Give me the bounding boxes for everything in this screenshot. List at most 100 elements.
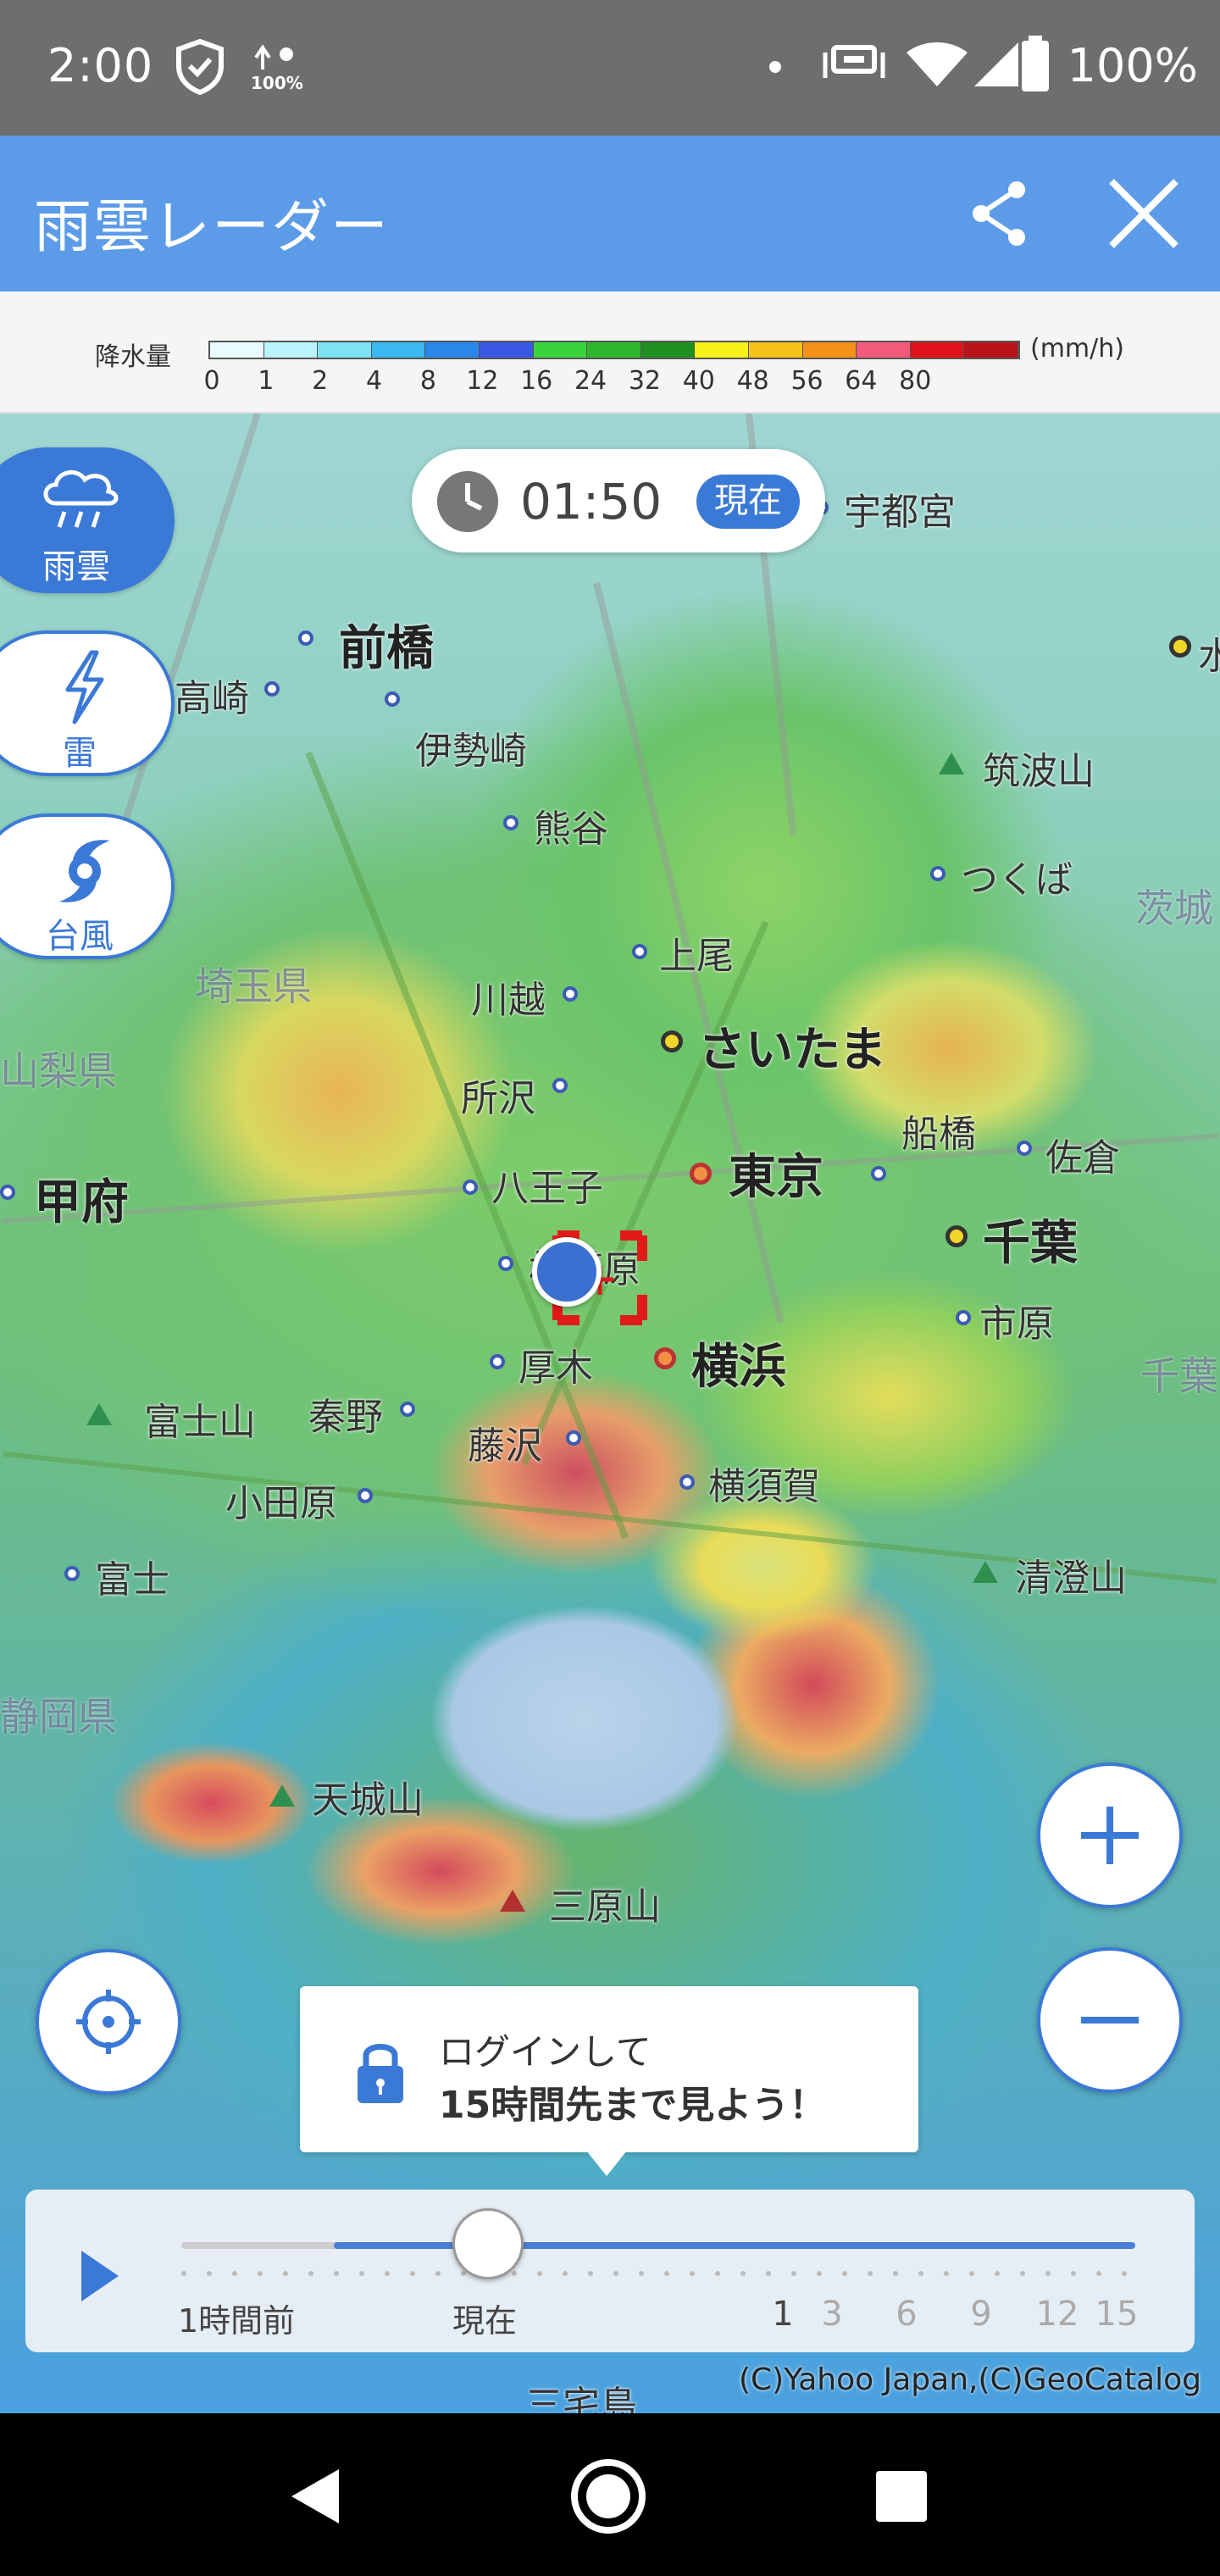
place-fujisawa: 藤沢: [468, 1424, 542, 1468]
clock-icon: [437, 471, 498, 532]
timeline-dot: [334, 2271, 339, 2276]
legend-color-swatch: [587, 342, 641, 358]
place-maebashi: 前橋: [339, 621, 434, 676]
now-badge: 現在: [696, 475, 800, 529]
place-fujisan: 富士山: [144, 1401, 256, 1444]
current-location-dot: [532, 1237, 602, 1307]
map-pin: [661, 1030, 683, 1052]
battery-icon: [1022, 36, 1049, 92]
place-hachioji: 八王子: [491, 1167, 603, 1210]
place-fuji: 富士: [95, 1558, 169, 1602]
status-small-badge: 100%: [251, 73, 303, 93]
page-title: 雨雲レーダー: [34, 194, 391, 261]
map-pin: [490, 1354, 505, 1369]
place-kawagoe: 川越: [471, 979, 546, 1022]
timeline-dot: [690, 2271, 695, 2276]
timeline-start-label: 1時間前: [178, 2302, 296, 2340]
place-chiba-pref: 千葉: [1140, 1353, 1218, 1399]
layer-button-label: 台風: [46, 917, 114, 956]
legend-tick-label: 80: [899, 366, 932, 396]
timeline-dot: [944, 2271, 949, 2276]
map-pin: [563, 986, 578, 1002]
legend-tick-label: 48: [736, 366, 769, 396]
mountain-icon: [973, 1561, 998, 1583]
timeline-dot: [817, 2271, 822, 2276]
map-pin: [400, 1402, 415, 1417]
recents-icon[interactable]: [874, 2469, 929, 2523]
legend-tick-label: 2: [312, 366, 329, 396]
timeline-hour-label[interactable]: 15: [1095, 2295, 1139, 2334]
timeline-panel: 1時間前 現在 1 3 6 9 12 15: [25, 2190, 1195, 2352]
map-pin: [632, 944, 647, 959]
login-prompt[interactable]: ログインして 15時間先まで見よう！: [300, 1986, 918, 2176]
timeline-hour-label[interactable]: 1: [772, 2295, 793, 2334]
close-icon[interactable]: [1106, 176, 1181, 251]
place-yokohama: 横浜: [691, 1340, 786, 1395]
my-location-button[interactable]: [36, 1949, 181, 2095]
place-ibaraki-pref: 茨城: [1135, 886, 1213, 931]
timeline-dot: [842, 2271, 847, 2276]
share-icon[interactable]: [966, 180, 1034, 247]
timeline-dot: [308, 2271, 313, 2276]
timeline-hour-label[interactable]: 12: [1036, 2295, 1079, 2334]
legend-tick-label: 32: [628, 366, 662, 396]
wifi-icon: [907, 42, 968, 86]
legend-color-swatch: [802, 342, 857, 358]
legend-color-swatch: [533, 342, 588, 358]
legend-color-swatch: [210, 342, 264, 358]
timeline-dot: [664, 2271, 669, 2276]
legend-color-swatch: [263, 342, 319, 358]
place-ageo: 上尾: [659, 935, 734, 978]
place-hadano: 秦野: [308, 1396, 383, 1439]
timeline-hour-label[interactable]: 3: [821, 2295, 842, 2334]
timeline-dot: [258, 2271, 263, 2276]
legend-tick-label: 40: [682, 366, 715, 396]
map-pin: [498, 1256, 513, 1271]
timeline-dot: [385, 2271, 390, 2276]
legend-color-swatch: [425, 342, 480, 358]
timeline-hour-label[interactable]: 6: [896, 2295, 917, 2334]
timeline-dot: [588, 2271, 593, 2276]
login-prompt-line1: ログインして: [439, 2031, 652, 2073]
map-pin: [930, 866, 946, 881]
legend-tick-label: 1: [258, 366, 274, 396]
time-indicator: 01:50 現在: [412, 449, 825, 552]
lightning-icon: [65, 650, 104, 724]
place-tsukubasan: 筑波山: [983, 750, 1095, 793]
legend-tick-label: 8: [419, 366, 436, 396]
map-pin: [552, 1078, 568, 1093]
timeline-dot: [893, 2271, 898, 2276]
timeline-dot: [995, 2271, 1000, 2276]
home-icon[interactable]: [569, 2457, 647, 2535]
place-saitama: さいたま: [698, 1023, 887, 1078]
place-utsunomiya: 宇都宮: [844, 491, 956, 534]
map-pin: [956, 1310, 971, 1325]
timeline-dot: [1020, 2271, 1025, 2276]
rain-cloud-icon: [43, 470, 119, 528]
zoom-out-button[interactable]: [1037, 1947, 1183, 2093]
legend-unit: (mm/h): [1030, 334, 1124, 364]
place-miharayama: 三原山: [549, 1885, 661, 1929]
back-icon[interactable]: [286, 2466, 344, 2527]
map-pin: [0, 1185, 15, 1200]
legend-tick-label: 16: [520, 366, 553, 396]
timeline-slider-handle[interactable]: [452, 2208, 524, 2279]
navigation-bar: [0, 2413, 1220, 2576]
timeline-dot: [918, 2271, 923, 2276]
status-bar: 2:00 100% 100%: [0, 0, 1220, 136]
timeline-hour-label[interactable]: 9: [970, 2295, 991, 2334]
legend-label: 降水量: [95, 342, 171, 372]
legend-color-swatch: [640, 342, 696, 358]
play-icon[interactable]: [81, 2251, 119, 2301]
layer-button-typhoon[interactable]: 台風: [0, 813, 175, 959]
zoom-in-button[interactable]: [1037, 1763, 1183, 1908]
timeline-dot: [232, 2271, 237, 2276]
timeline-dot: [359, 2271, 364, 2276]
timeline-now-label: 現在: [452, 2302, 518, 2340]
map-pin: [264, 681, 280, 697]
layer-button-rain[interactable]: 雨雲: [0, 447, 175, 593]
place-mito: 水戸: [1198, 635, 1220, 678]
plus-icon: [1081, 1807, 1139, 1864]
minus-icon: [1081, 2017, 1139, 2024]
layer-button-lightning[interactable]: 雷: [0, 630, 175, 776]
